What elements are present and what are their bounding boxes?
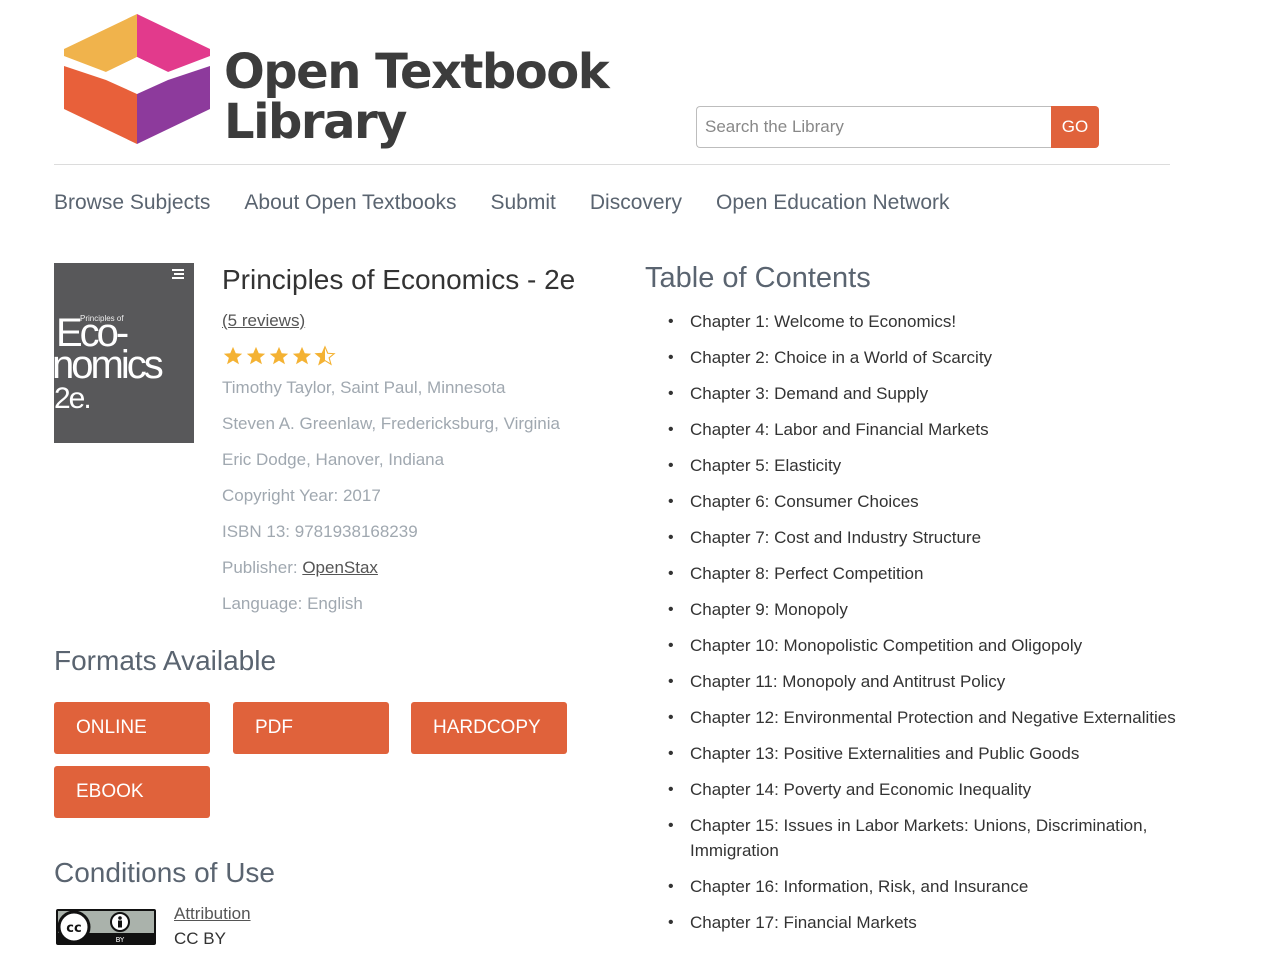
publisher-label: Publisher:: [222, 558, 303, 577]
toc-item: Chapter 7: Cost and Industry Structure: [668, 525, 1180, 550]
format-online-button[interactable]: ONLINE: [54, 702, 210, 754]
toc-item: Chapter 16: Information, Risk, and Insur…: [668, 874, 1180, 899]
nav-browse-subjects[interactable]: Browse Subjects: [54, 188, 210, 218]
star-half-icon: [314, 345, 336, 366]
toc-item: Chapter 15: Issues in Labor Markets: Uni…: [668, 813, 1180, 863]
open-textbook-library-logo[interactable]: [64, 14, 210, 144]
author-3: Eric Dodge, Hanover, Indiana: [222, 450, 445, 469]
publisher-link[interactable]: OpenStax: [302, 558, 378, 577]
cc-by-license-badge-icon: cc BY: [56, 909, 156, 945]
toc-item: Chapter 4: Labor and Financial Markets: [668, 417, 1180, 442]
star-full-icon: [292, 346, 312, 365]
toc-item: Chapter 12: Environmental Protection and…: [668, 705, 1180, 730]
toc-item: Chapter 11: Monopoly and Antitrust Polic…: [668, 669, 1180, 694]
language: Language: English: [222, 594, 363, 613]
nav-submit[interactable]: Submit: [491, 188, 556, 218]
book-info: Principles of Economics - 2e (5 reviews)…: [222, 262, 602, 615]
toc-item: Chapter 1: Welcome to Economics!: [668, 309, 1180, 334]
format-hardcopy-button[interactable]: HARDCOPY: [411, 702, 567, 754]
main-nav: Browse Subjects About Open Textbooks Sub…: [54, 188, 950, 218]
nav-about-open-textbooks[interactable]: About Open Textbooks: [244, 188, 456, 218]
search-input[interactable]: [696, 106, 1051, 148]
search-go-button[interactable]: GO: [1051, 106, 1099, 148]
format-pdf-button[interactable]: PDF: [233, 702, 389, 754]
formats-heading: Formats Available: [54, 645, 277, 676]
publisher: Publisher: OpenStax: [222, 557, 602, 579]
cover-title-line-2: nomics: [54, 343, 164, 387]
toc-item: Chapter 10: Monopolistic Competition and…: [668, 633, 1180, 658]
nav-open-education-network[interactable]: Open Education Network: [716, 188, 949, 218]
cc-badge-by-text: BY: [116, 936, 125, 944]
license-attribution-link[interactable]: Attribution: [174, 904, 251, 924]
book-cover: Principles of Eco- nomics 2e.: [54, 263, 194, 443]
toc-list: Chapter 1: Welcome to Economics! Chapter…: [668, 309, 1180, 946]
toc-item: Chapter 6: Consumer Choices: [668, 489, 1180, 514]
svg-text:cc: cc: [66, 921, 81, 936]
star-full-icon: [269, 346, 289, 365]
site-wordmark[interactable]: Open Textbook Library: [224, 44, 610, 150]
isbn: ISBN 13: 9781938168239: [222, 522, 418, 541]
format-ebook-button[interactable]: EBOOK: [54, 766, 210, 818]
wordmark-line-2: Library: [224, 94, 407, 150]
toc-item: Chapter 8: Perfect Competition: [668, 561, 1180, 586]
author-2: Steven A. Greenlaw, Fredericksburg, Virg…: [222, 414, 560, 433]
star-full-icon: [223, 346, 243, 365]
toc-item: Chapter 13: Positive Externalities and P…: [668, 741, 1180, 766]
reviews-link[interactable]: (5 reviews): [222, 310, 602, 332]
search-bar: GO: [696, 106, 1099, 148]
book-metadata: Timothy Taylor, Saint Paul, Minnesota St…: [222, 377, 602, 615]
toc-item: Chapter 17: Financial Markets: [668, 910, 1180, 935]
book-title: Principles of Economics - 2e: [222, 264, 576, 295]
openstax-mark-icon: [172, 269, 184, 279]
toc-item: Chapter 9: Monopoly: [668, 597, 1180, 622]
toc-item: Chapter 3: Demand and Supply: [668, 381, 1180, 406]
nav-discovery[interactable]: Discovery: [590, 188, 682, 218]
author-1: Timothy Taylor, Saint Paul, Minnesota: [222, 378, 506, 397]
star-rating: [222, 345, 602, 367]
copyright-year: Copyright Year: 2017: [222, 486, 381, 505]
toc-heading: Table of Contents: [645, 262, 871, 294]
toc-item: Chapter 5: Elasticity: [668, 453, 1180, 478]
license-name: CC BY: [174, 929, 226, 948]
header-divider: [54, 164, 1170, 165]
toc-item: Chapter 2: Choice in a World of Scarcity: [668, 345, 1180, 370]
conditions-heading: Conditions of Use: [54, 857, 276, 888]
toc-item: Chapter 14: Poverty and Economic Inequal…: [668, 777, 1180, 802]
wordmark-line-1: Open Textbook: [224, 44, 610, 100]
cover-edition: 2e.: [54, 382, 92, 415]
star-full-icon: [246, 346, 266, 365]
